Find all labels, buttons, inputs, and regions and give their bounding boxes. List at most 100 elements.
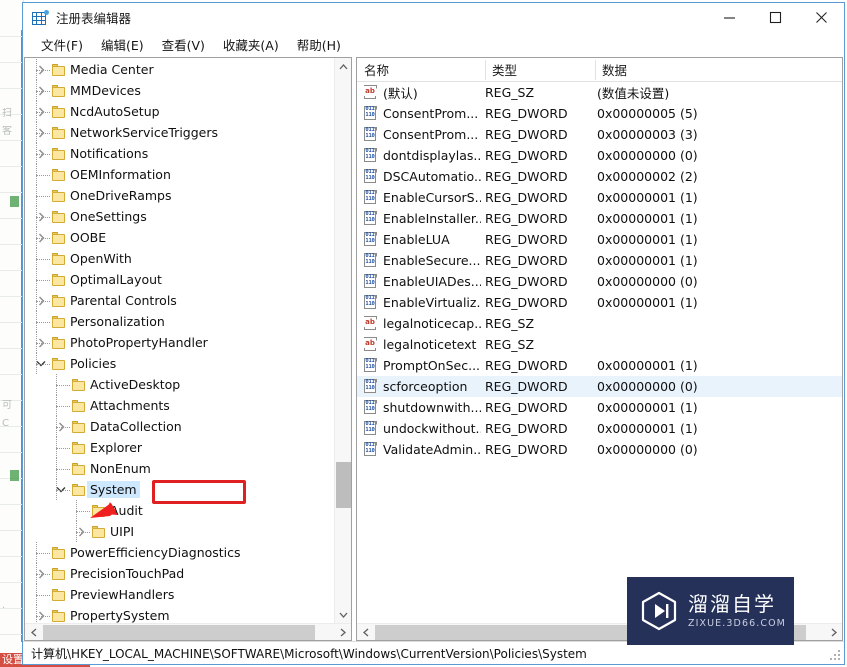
table-row[interactable]: 011 110 ConsentProm... REG_DWORD 0x00000003 …	[357, 124, 842, 145]
list-hscroll-left-icon[interactable]	[357, 624, 374, 641]
value-data: 0x00000003 (3)	[597, 127, 698, 142]
tree-item[interactable]: OEMInformation	[25, 164, 351, 185]
table-row[interactable]: 011 110 undockwithout... REG_DWORD 0x0000000…	[357, 418, 842, 439]
resize-grip[interactable]	[830, 650, 842, 662]
tree-scroll-down-icon[interactable]	[335, 606, 351, 623]
table-row-selected[interactable]: 011 110 scforceoption REG_DWORD 0x00000000 (…	[357, 376, 842, 397]
tree-item-label: UIPI	[110, 524, 135, 539]
tree-item[interactable]: DataCollection	[25, 416, 351, 437]
table-row[interactable]: ab legalnoticetext REG_SZ	[357, 334, 842, 355]
table-row[interactable]: 011 110 ValidateAdmin... REG_DWORD 0x0000000…	[357, 439, 842, 460]
tree-connector	[36, 322, 50, 323]
table-row[interactable]: 011 110 EnableSecure... REG_DWORD 0x00000001…	[357, 250, 842, 271]
dword-value-icon: 011 110	[363, 169, 378, 184]
tree-item[interactable]: PrecisionTouchPad	[25, 563, 351, 584]
tree-item[interactable]: PowerEfficiencyDiagnostics	[25, 542, 351, 563]
menu-edit[interactable]: 编辑(E)	[92, 33, 153, 57]
menu-favorites[interactable]: 收藏夹(A)	[214, 33, 288, 57]
string-value-icon: ab	[363, 316, 378, 331]
tree-item[interactable]: PreviewHandlers	[25, 584, 351, 605]
table-row[interactable]: 011 110 PromptOnSec... REG_DWORD 0x00000001 …	[357, 355, 842, 376]
tree-item-label: PhotoPropertyHandler	[70, 335, 208, 350]
tree-connector	[76, 521, 77, 542]
tree-item[interactable]: Notifications	[25, 143, 351, 164]
table-row[interactable]: 011 110 EnableInstaller... REG_DWORD 0x00000…	[357, 208, 842, 229]
tree-item[interactable]: Personalization	[25, 311, 351, 332]
table-row[interactable]: 011 110 EnableUIADes... REG_DWORD 0x00000000…	[357, 271, 842, 292]
tree-scroll-thumb[interactable]	[336, 462, 351, 508]
column-type[interactable]: 类型	[485, 58, 595, 81]
tree-item[interactable]: PhotoPropertyHandler	[25, 332, 351, 353]
menu-help[interactable]: 帮助(H)	[288, 33, 350, 57]
tree-item-content: OptimalLayout	[51, 269, 165, 290]
value-name: legalnoticecap...	[383, 316, 481, 331]
folder-icon	[51, 105, 67, 119]
values-list-pane: 名称 类型 数据 ab (默认) REG_SZ (数值未设置) 011 110 ConsentP…	[356, 57, 843, 641]
background-rule	[0, 218, 24, 219]
tree-item[interactable]: Media Center	[25, 59, 351, 80]
menu-file[interactable]: 文件(F)	[32, 33, 92, 57]
table-row[interactable]: 011 110 EnableCursorS... REG_DWORD 0x0000000…	[357, 187, 842, 208]
value-name-cell: 011 110 EnableVirtualiz...	[363, 292, 481, 313]
tree-item-content: Personalization	[51, 311, 168, 332]
table-row[interactable]: 011 110 DSCAutomatio... REG_DWORD 0x00000002…	[357, 166, 842, 187]
tree-item-label: Attachments	[90, 398, 170, 413]
column-divider[interactable]	[485, 60, 486, 80]
tree-item[interactable]: UIPI	[25, 521, 351, 542]
tree-connector	[36, 227, 37, 248]
table-row[interactable]: 011 110 shutdownwith... REG_DWORD 0x00000001…	[357, 397, 842, 418]
menu-view[interactable]: 查看(V)	[153, 33, 214, 57]
column-data[interactable]: 数据	[595, 58, 835, 81]
table-row[interactable]: 011 110 EnableLUA REG_DWORD 0x00000001 (1)	[357, 229, 842, 250]
list-hscroll-right-icon[interactable]	[825, 624, 842, 641]
background-rule	[0, 452, 24, 453]
value-data: 0x00000001 (1)	[597, 400, 698, 415]
key-tree-body: Media Center MMDevices NcdAutoSetup Network…	[25, 58, 351, 623]
maximize-button[interactable]	[752, 3, 798, 32]
tree-item[interactable]: NonEnum	[25, 458, 351, 479]
tree-item[interactable]: OOBE	[25, 227, 351, 248]
value-name: DSCAutomatio...	[383, 169, 481, 184]
tree-item[interactable]: OneSettings	[25, 206, 351, 227]
column-divider[interactable]	[595, 60, 596, 80]
tree-item[interactable]: Attachments	[25, 395, 351, 416]
close-button[interactable]	[798, 3, 844, 32]
tree-item[interactable]: Parental Controls	[25, 290, 351, 311]
value-data: 0x00000000 (0)	[597, 274, 698, 289]
tree-connector	[36, 206, 37, 227]
value-name-cell: 011 110 ValidateAdmin...	[363, 439, 481, 460]
table-row[interactable]: 011 110 ConsentProm... REG_DWORD 0x00000005 …	[357, 103, 842, 124]
table-row[interactable]: ab legalnoticecap... REG_SZ	[357, 313, 842, 334]
tree-hscroll-left-icon[interactable]	[25, 624, 42, 641]
minimize-button[interactable]	[706, 3, 752, 32]
value-name: EnableSecure...	[383, 253, 481, 268]
tree-item[interactable]: NetworkServiceTriggers	[25, 122, 351, 143]
tree-connector	[36, 574, 50, 575]
tree-item[interactable]: ActiveDesktop	[25, 374, 351, 395]
tree-item-content: UIPI	[91, 521, 137, 542]
tree-item[interactable]: OneDriveRamps	[25, 185, 351, 206]
table-row[interactable]: 011 110 dontdisplaylas... REG_DWORD 0x000000…	[357, 145, 842, 166]
folder-icon	[71, 441, 87, 455]
tree-item[interactable]: NcdAutoSetup	[25, 101, 351, 122]
tree-item[interactable]: Audit	[25, 500, 351, 521]
tree-hscroll-right-icon[interactable]	[334, 624, 351, 641]
table-row[interactable]: 011 110 EnableVirtualiz... REG_DWORD 0x00000…	[357, 292, 842, 313]
tree-horizontal-scrollbar[interactable]	[25, 623, 351, 640]
tree-vertical-scrollbar[interactable]	[334, 58, 351, 623]
column-name[interactable]: 名称	[357, 58, 485, 81]
table-row[interactable]: ab (默认) REG_SZ (数值未设置)	[357, 82, 842, 103]
tree-item[interactable]: MMDevices	[25, 80, 351, 101]
tree-scroll-up-icon[interactable]	[335, 58, 351, 75]
tree-item[interactable]: Policies	[25, 353, 351, 374]
tree-item-label: DataCollection	[90, 419, 182, 434]
tree-item[interactable]: PropertySystem	[25, 605, 351, 623]
value-type: REG_DWORD	[485, 421, 568, 436]
value-type: REG_SZ	[485, 316, 535, 331]
tree-item[interactable]: OpenWith	[25, 248, 351, 269]
tree-item-selected[interactable]: System	[25, 479, 351, 500]
tree-item[interactable]: OptimalLayout	[25, 269, 351, 290]
tree-item-label: NcdAutoSetup	[70, 104, 160, 119]
tree-item[interactable]: Explorer	[25, 437, 351, 458]
tree-hscroll-thumb[interactable]	[43, 625, 315, 640]
